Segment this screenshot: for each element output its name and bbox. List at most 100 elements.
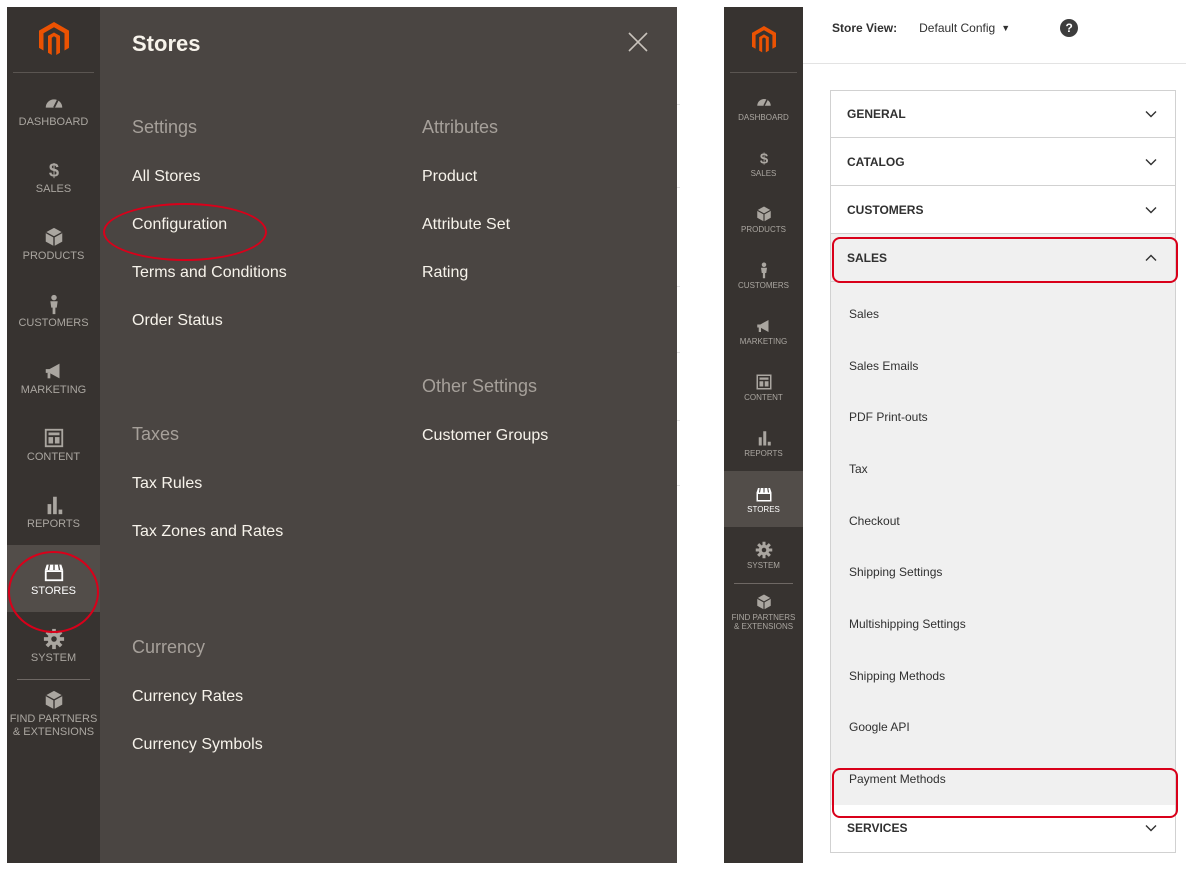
flyout-link-customer-groups[interactable]: Customer Groups — [422, 423, 548, 471]
logo[interactable] — [730, 7, 797, 73]
layout-icon — [44, 428, 63, 447]
sidebar-item-label: FIND PARTNERS — [9, 712, 98, 725]
section-title: SERVICES — [847, 821, 908, 836]
sidebar-item-label: & EXTENSIONS — [12, 725, 95, 738]
flyout-group-heading: Taxes — [132, 424, 180, 444]
config-link-pdf-print-outs[interactable]: PDF Print-outs — [831, 391, 1175, 443]
sidebar-item-label: MARKETING — [20, 383, 87, 396]
flyout-link-terms-and-conditions[interactable]: Terms and Conditions — [132, 260, 287, 308]
config-link-sales[interactable]: Sales — [831, 288, 1175, 340]
sidebar-item-marketing[interactable]: MARKETING — [724, 303, 803, 359]
header-divider — [803, 63, 1186, 64]
flyout-link-configuration[interactable]: Configuration — [132, 212, 287, 260]
sidebar-item-system[interactable]: SYSTEM — [7, 612, 100, 679]
sidebar-item-label: CUSTOMERS — [18, 316, 89, 329]
sidebar-item-sales[interactable]: $ SALES — [724, 135, 803, 191]
storefront-icon — [756, 487, 771, 501]
dollar-icon: $ — [48, 159, 58, 180]
sidebar-item-dashboard[interactable]: DASHBOARD — [724, 79, 803, 135]
sidebar-item-find-partners[interactable]: FIND PARTNERS & EXTENSIONS — [7, 680, 100, 747]
sidebar-item-label: STORES — [747, 504, 780, 514]
sidebar-item-content[interactable]: CONTENT — [724, 359, 803, 415]
logo[interactable] — [13, 7, 94, 73]
config-link-shipping-settings[interactable]: Shipping Settings — [831, 546, 1175, 598]
help-icon[interactable]: ? — [1060, 19, 1079, 37]
flyout-link-product[interactable]: Product — [422, 164, 548, 212]
partners-cube-icon — [44, 690, 63, 710]
cube-icon — [756, 206, 771, 221]
sidebar-item-label: CONTENT — [744, 392, 783, 402]
config-section-sales[interactable]: SALES — [830, 234, 1176, 282]
section-title: GENERAL — [847, 107, 906, 121]
chevron-down-icon — [1145, 111, 1157, 118]
store-view-dropdown[interactable]: Default Config — [919, 21, 995, 35]
left-screenshot-panel: s c c DASHBOARD $ SALES PRODUCTS CUSTOME… — [7, 7, 680, 863]
sidebar-item-content[interactable]: CONTENT — [7, 411, 100, 478]
config-link-checkout[interactable]: Checkout — [831, 495, 1175, 547]
config-section-customers[interactable]: CUSTOMERS — [830, 186, 1176, 234]
sidebar-item-dashboard[interactable]: DASHBOARD — [7, 76, 100, 143]
flyout-link-currency-rates[interactable]: Currency Rates — [132, 684, 287, 732]
sidebar-item-label: SALES — [35, 182, 72, 195]
layout-icon — [756, 374, 771, 389]
partners-cube-icon — [756, 594, 771, 610]
cube-icon — [44, 227, 63, 246]
flyout-link-tax-rules[interactable]: Tax Rules — [132, 471, 287, 519]
sidebar-item-products[interactable]: PRODUCTS — [724, 191, 803, 247]
flyout-link-tax-zones-and-rates[interactable]: Tax Zones and Rates — [132, 519, 287, 567]
sidebar-item-stores[interactable]: STORES — [724, 471, 803, 527]
config-link-tax[interactable]: Tax — [831, 443, 1175, 495]
sidebar-item-label: PRODUCTS — [22, 249, 85, 262]
close-icon[interactable] — [627, 31, 649, 53]
config-link-sales-emails[interactable]: Sales Emails — [831, 340, 1175, 392]
sidebar-item-system[interactable]: SYSTEM — [724, 527, 803, 583]
sidebar-item-marketing[interactable]: MARKETING — [7, 344, 100, 411]
flyout-link-rating[interactable]: Rating — [422, 260, 548, 308]
store-view-label: Store View: — [832, 21, 898, 35]
config-section-general[interactable]: GENERAL — [830, 90, 1176, 138]
sidebar-item-products[interactable]: PRODUCTS — [7, 210, 100, 277]
config-link-payment-methods[interactable]: Payment Methods — [831, 753, 1175, 805]
megaphone-icon — [756, 319, 768, 332]
config-link-multishipping-settings[interactable]: Multishipping Settings — [831, 598, 1175, 650]
flyout-link-attribute-set[interactable]: Attribute Set — [422, 212, 548, 260]
chevron-up-icon — [1145, 254, 1157, 261]
store-view-switcher: Store View: Default Config ▼ ? — [832, 19, 1079, 37]
sidebar-item-customers[interactable]: CUSTOMERS — [724, 247, 803, 303]
flyout-link-all-stores[interactable]: All Stores — [132, 164, 287, 212]
flyout-group-heading: Settings — [132, 117, 198, 137]
magento-logo-icon — [38, 22, 69, 56]
person-icon — [760, 262, 767, 278]
flyout-group-heading: Other Settings — [422, 376, 538, 396]
configuration-tabs: GENERAL CATALOG CUSTOMERS SALES Sales Sal… — [830, 90, 1176, 853]
chevron-down-icon — [1145, 158, 1157, 165]
sidebar-item-reports[interactable]: REPORTS — [7, 478, 100, 545]
sidebar-item-label: DASHBOARD — [18, 115, 89, 128]
sidebar-item-stores[interactable]: STORES — [7, 545, 100, 612]
caret-down-icon[interactable]: ▼ — [1001, 23, 1010, 33]
sidebar-item-label: MARKETING — [739, 336, 788, 346]
sidebar-item-reports[interactable]: REPORTS — [724, 415, 803, 471]
config-link-shipping-methods[interactable]: Shipping Methods — [831, 650, 1175, 702]
sidebar-item-find-partners[interactable]: FIND PARTNERS & EXTENSIONS — [724, 584, 803, 640]
section-title: CUSTOMERS — [847, 202, 924, 217]
dollar-icon: $ — [759, 150, 768, 167]
bar-chart-icon — [47, 496, 62, 514]
config-link-google-api[interactable]: Google API — [831, 702, 1175, 754]
sidebar-item-sales[interactable]: $ SALES — [7, 143, 100, 210]
flyout-link-order-status[interactable]: Order Status — [132, 308, 287, 356]
sidebar-item-label: PRODUCTS — [741, 224, 786, 234]
svg-text:$: $ — [759, 150, 768, 167]
bar-chart-icon — [758, 430, 771, 445]
chevron-down-icon — [1145, 825, 1157, 832]
sidebar-item-label: STORES — [30, 584, 77, 597]
config-section-catalog[interactable]: CATALOG — [830, 138, 1176, 186]
flyout-group-heading: Attributes — [422, 117, 499, 137]
storefront-icon — [44, 564, 63, 581]
chevron-down-icon — [1145, 206, 1157, 213]
sidebar-item-label: SYSTEM — [747, 560, 780, 570]
sidebar-item-customers[interactable]: CUSTOMERS — [7, 277, 100, 344]
flyout-link-currency-symbols[interactable]: Currency Symbols — [132, 732, 287, 780]
config-section-services[interactable]: SERVICES — [830, 804, 1176, 853]
megaphone-icon — [45, 363, 59, 378]
